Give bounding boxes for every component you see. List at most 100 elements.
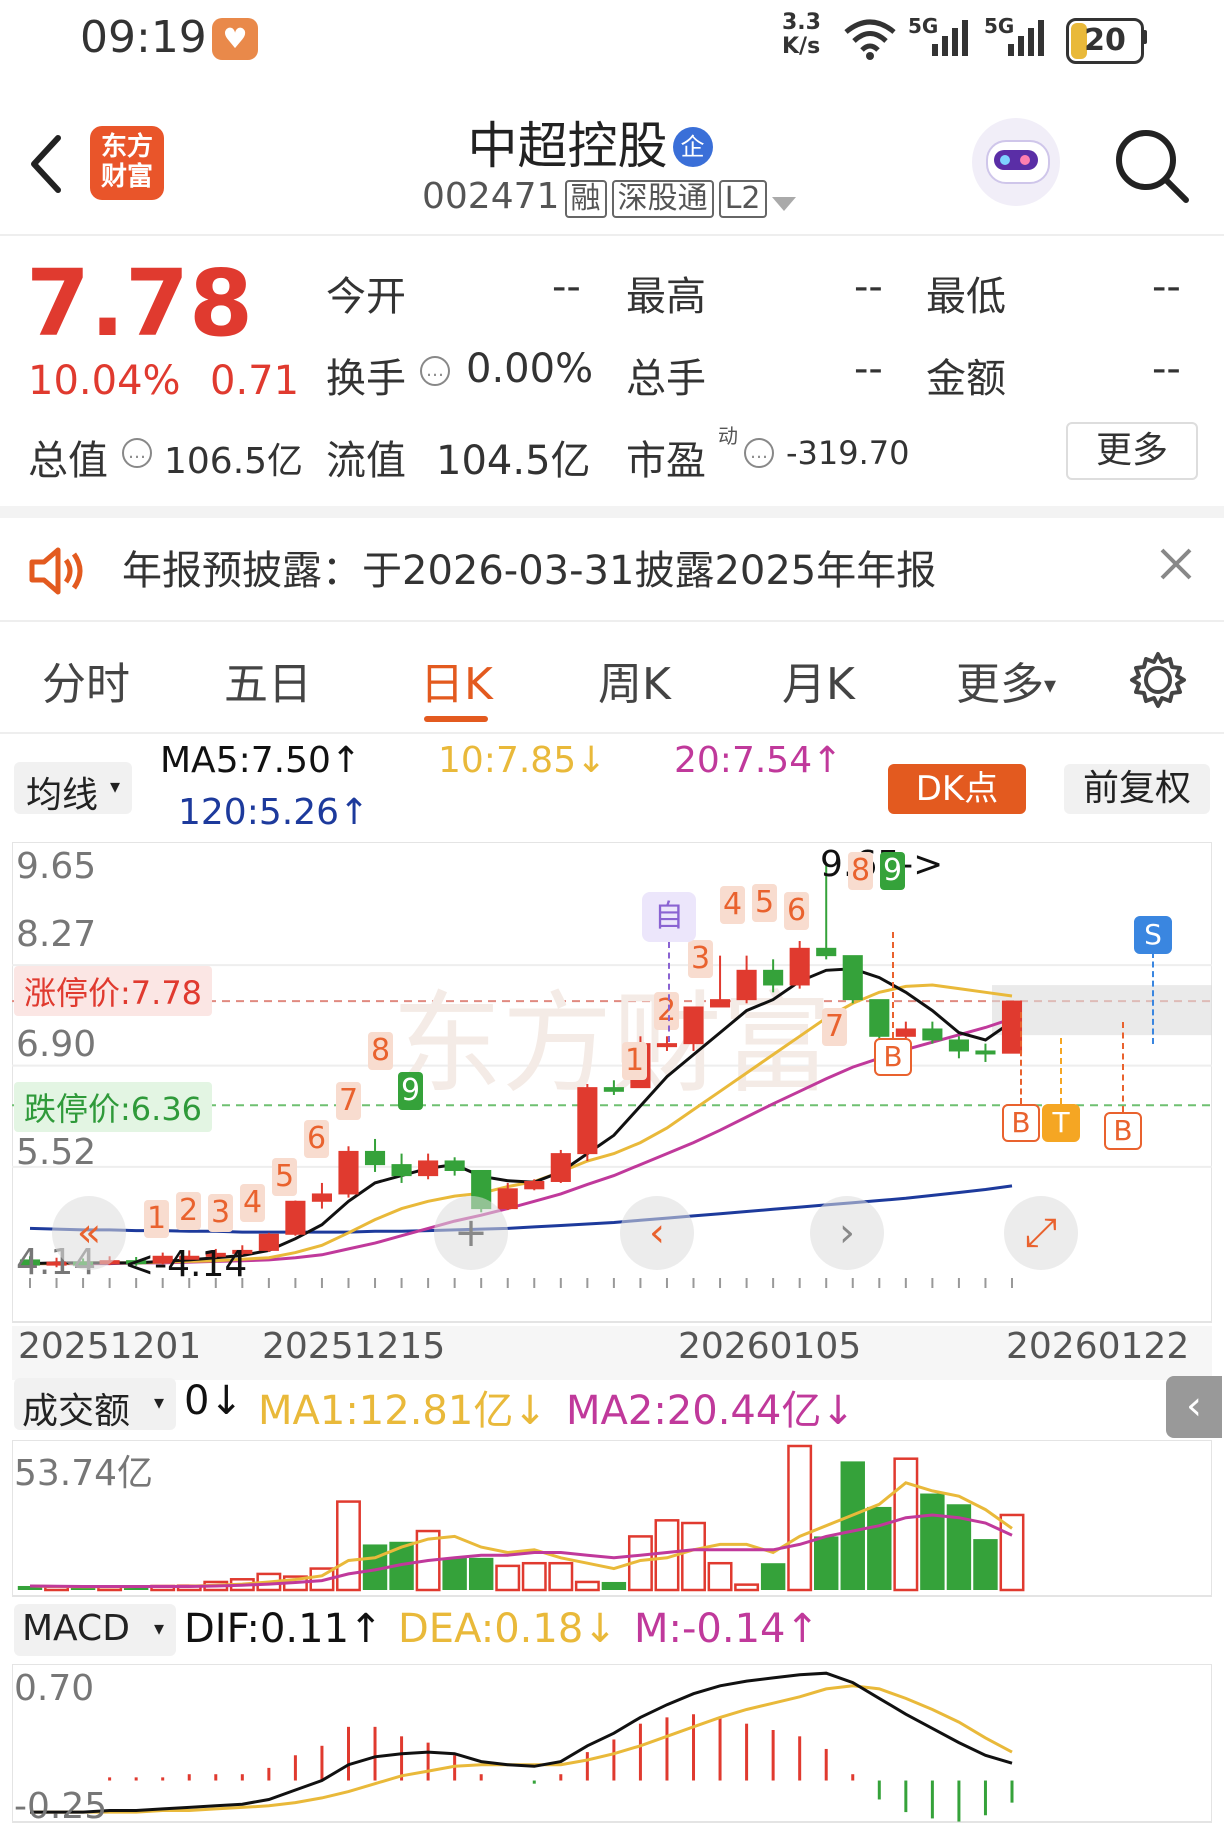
volume-bar: [760, 1563, 786, 1590]
tab-more[interactable]: 更多▾: [956, 648, 1056, 712]
signal-line: [668, 942, 670, 1042]
candle-body: [418, 1160, 439, 1177]
more-quote-button[interactable]: 更多: [1066, 422, 1198, 480]
candle-body: [444, 1160, 465, 1171]
volume-bar: [521, 1561, 547, 1592]
stock-code-row[interactable]: 002471 融 深股通 L2: [422, 176, 796, 218]
heart-icon: ♥: [212, 18, 258, 60]
candle-body: [550, 1153, 571, 1182]
scroll-left-icon[interactable]: ‹: [620, 1196, 694, 1270]
connect-badge: 深股通: [611, 180, 714, 218]
zoom-in-icon[interactable]: +: [434, 1196, 508, 1270]
signal-icon-2: [1008, 20, 1044, 56]
float-cap-label: 流值: [326, 438, 406, 484]
fast-rewind-icon[interactable]: «: [52, 1196, 126, 1270]
scroll-right-icon[interactable]: ›: [810, 1196, 884, 1270]
quote-panel: 7.78 10.04% 0.71 今开 -- 最高 -- 最低 -- 换手 … …: [0, 236, 1224, 506]
close-icon[interactable]: [1158, 546, 1194, 582]
min-price-note: <-4.14: [124, 1244, 248, 1285]
volume-indicator-dropdown[interactable]: 成交额 ▾: [14, 1378, 176, 1432]
status-bar: 09:19 ♥ 3.3 K/s 5G 5G 20: [0, 0, 1224, 80]
title-block[interactable]: 中超控股 企: [380, 106, 800, 178]
candle-body: [577, 1087, 598, 1155]
candle-body: [975, 1050, 996, 1055]
stock-name: 中超控股: [467, 117, 668, 175]
macd-chart[interactable]: 0.70 -0.25: [11, 1663, 1213, 1827]
settings-gear-icon[interactable]: [1128, 650, 1188, 710]
help-icon[interactable]: …: [744, 438, 774, 468]
date-label: 20251215: [262, 1326, 446, 1367]
volume-bar: [495, 1564, 521, 1592]
back-icon[interactable]: [26, 134, 66, 194]
notice-bar[interactable]: 年报预披露：于2026-03-31披露2025年年报: [0, 518, 1224, 618]
volume-bar: [920, 1493, 945, 1590]
volume-bar: [548, 1561, 574, 1592]
tab-daily-k[interactable]: 日K: [420, 648, 493, 712]
eastmoney-logo[interactable]: 东方 财富: [90, 126, 164, 200]
tab-intraday[interactable]: 分时: [42, 648, 130, 712]
change-amount: 0.71: [210, 358, 300, 404]
volume-bar: [734, 1583, 760, 1592]
buy-signal: B: [1002, 1104, 1040, 1142]
volume-ma1: MA1:12.81亿↓: [258, 1388, 547, 1434]
volume-frame: [11, 1439, 1213, 1597]
ma5-value: MA5:7.50↑: [160, 740, 362, 781]
tab-monthly-k[interactable]: 月K: [782, 648, 855, 712]
macd-dea: DEA:0.18↓: [398, 1606, 617, 1652]
count-marker: 8: [848, 852, 874, 890]
help-icon[interactable]: …: [122, 438, 152, 468]
candle-body: [364, 1150, 386, 1166]
search-icon[interactable]: [1112, 126, 1192, 206]
collapse-panel-icon[interactable]: ‹: [1166, 1376, 1222, 1438]
signal-line: [1060, 1038, 1062, 1104]
y-label-3: 6.90: [16, 1024, 97, 1065]
volume-bar: [973, 1539, 998, 1590]
candle-body: [311, 1193, 333, 1202]
count-marker: 2: [176, 1192, 202, 1230]
candle-body: [656, 1043, 678, 1048]
candle-body: [683, 1006, 704, 1045]
volume-value: --: [854, 346, 883, 392]
dk-point-button[interactable]: DK点: [888, 764, 1026, 814]
date-label: 20260122: [1006, 1326, 1190, 1367]
indicator-dropdown[interactable]: 均线 ▾: [14, 762, 132, 816]
tab-five-day[interactable]: 五日: [224, 648, 312, 712]
macd-indicator-dropdown[interactable]: MACD ▾: [14, 1604, 176, 1656]
count-marker: 6: [304, 1120, 330, 1158]
macd-dif: DIF:0.11↑: [184, 1606, 383, 1652]
price-zone: [992, 985, 1212, 1036]
kline-chart[interactable]: 东方财富 9.65 8.27 6.90 5.52 4.14 涨停价:7.78 跌…: [12, 842, 1212, 1372]
count-marker: 9: [398, 1072, 424, 1110]
notice-text: 年报预披露：于2026-03-31披露2025年年报: [122, 548, 937, 594]
active-tab-indicator: [424, 716, 488, 722]
volume-current: 0↓: [184, 1378, 243, 1424]
volume-chart[interactable]: 53.74亿: [11, 1439, 1213, 1598]
count-marker: 2: [654, 992, 680, 1030]
signal-line: [1122, 1022, 1124, 1112]
count-marker: 3: [688, 940, 714, 978]
volume-bar: [840, 1461, 865, 1590]
help-icon[interactable]: …: [420, 356, 450, 386]
date-label: 20260105: [678, 1326, 862, 1367]
volume-bar: [574, 1580, 600, 1592]
candle-body: [709, 999, 731, 1008]
candle-body: [736, 969, 757, 1001]
volume-ma2: MA2:20.44亿↓: [566, 1388, 855, 1434]
candle-body: [338, 1150, 359, 1195]
ma20-value: 20:7.54↑: [674, 740, 843, 781]
enterprise-badge: 企: [672, 127, 713, 167]
tab-weekly-k[interactable]: 周K: [598, 648, 671, 712]
candle-body: [948, 1039, 969, 1052]
open-label: 今开: [326, 274, 406, 320]
limit-down-price: 跌停价:6.36: [14, 1082, 213, 1132]
y-label-max: 9.65: [16, 846, 97, 887]
candle-body: [763, 969, 784, 986]
robot-assistant-icon[interactable]: [972, 118, 1060, 206]
volume-bar: [999, 1513, 1025, 1592]
auto-signal: 自: [642, 892, 696, 942]
candle-body: [922, 1028, 943, 1041]
volume-bar: [601, 1581, 627, 1590]
expand-icon[interactable]: ⤢: [1004, 1196, 1078, 1270]
candle-body: [603, 1087, 624, 1092]
adjust-button[interactable]: 前复权: [1064, 764, 1210, 814]
